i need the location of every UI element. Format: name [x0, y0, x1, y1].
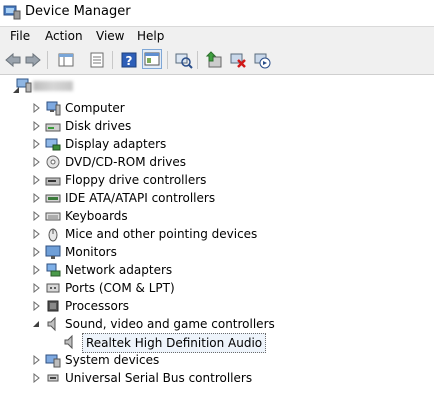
toolbar-separator [197, 51, 198, 69]
tree-category-label: Mice and other pointing devices [65, 227, 258, 241]
tree-category-label: Processors [65, 299, 130, 313]
expand-arrow-icon[interactable] [31, 265, 41, 275]
redacted-computer-name [33, 81, 73, 91]
tree-category-label: System devices [65, 353, 160, 367]
tree-category-label: IDE ATA/ATAPI controllers [65, 191, 216, 205]
menu-view[interactable]: View [94, 29, 126, 43]
show-hide-tree-icon[interactable] [57, 51, 75, 69]
uninstall-icon[interactable] [229, 51, 247, 69]
expand-arrow-icon[interactable] [31, 175, 41, 185]
forward-arrow-icon[interactable] [24, 51, 42, 69]
tree-category-label: Sound, video and game controllers [65, 317, 275, 331]
expand-arrow-icon[interactable] [31, 193, 41, 203]
tree-category-label: Ports (COM & LPT) [65, 281, 175, 295]
expand-arrow-icon[interactable] [31, 121, 41, 131]
tree-category[interactable]: IDE ATA/ATAPI controllers [0, 189, 434, 207]
expand-arrow-icon[interactable] [31, 283, 41, 293]
expand-arrow-icon[interactable] [31, 301, 41, 311]
help-icon[interactable]: ? [120, 51, 138, 69]
properties-icon[interactable] [88, 51, 106, 69]
tree-category[interactable]: Keyboards [0, 207, 434, 225]
expand-arrow-icon[interactable] [31, 103, 41, 113]
toolbar-separator [112, 51, 113, 69]
tree-category-label: Disk drives [65, 119, 132, 133]
display-adapter-icon [45, 138, 61, 151]
device-manager-icon [3, 5, 21, 20]
mouse-icon [48, 228, 58, 242]
view-button[interactable] [142, 49, 162, 69]
expand-arrow-icon[interactable] [31, 157, 41, 167]
expand-arrow-icon[interactable] [31, 373, 41, 383]
tree-category-label: Monitors [65, 245, 117, 259]
expand-arrow-icon[interactable] [31, 229, 41, 239]
view-icon [144, 52, 160, 66]
enable-device-icon[interactable] [253, 51, 271, 69]
window-title: Device Manager [25, 4, 131, 19]
port-icon [46, 283, 60, 293]
tree-category[interactable]: System devices [0, 351, 434, 369]
tree-category[interactable]: Mice and other pointing devices [0, 225, 434, 243]
tree-category[interactable]: DVD/CD-ROM drives [0, 153, 434, 171]
network-adapter-icon [46, 263, 61, 277]
processor-icon [47, 300, 59, 312]
expand-arrow-icon[interactable] [31, 355, 41, 365]
menu-help[interactable]: Help [135, 29, 166, 43]
tree-category-label: DVD/CD-ROM drives [65, 155, 187, 169]
tree-category[interactable]: Network adapters [0, 261, 434, 279]
title-bar: Device Manager [0, 0, 434, 26]
toolbar-separator [167, 51, 168, 69]
back-arrow-icon[interactable] [4, 51, 22, 69]
speaker-icon [64, 334, 73, 350]
expand-arrow-icon[interactable] [31, 247, 41, 257]
tree-category-label: Floppy drive controllers [65, 173, 207, 187]
scan-hardware-icon[interactable] [175, 51, 193, 69]
tree-category[interactable]: Display adapters [0, 135, 434, 153]
keyboard-icon [45, 212, 61, 221]
system-device-icon [45, 354, 61, 368]
svg-text:?: ? [126, 54, 133, 68]
usb-icon [47, 374, 59, 382]
speaker-icon [47, 316, 56, 332]
expand-arrow-icon[interactable] [31, 211, 41, 221]
disk-drive-icon [45, 123, 61, 132]
tree-category[interactable]: Floppy drive controllers [0, 171, 434, 189]
tree-category[interactable]: Monitors [0, 243, 434, 261]
computer-root-icon [16, 78, 32, 93]
collapse-arrow-icon[interactable] [31, 319, 41, 329]
tree-category-label: Keyboards [65, 209, 128, 223]
tree-device[interactable]: Realtek High Definition Audio [0, 333, 434, 353]
tree-category[interactable]: Universal Serial Bus controllers [0, 369, 434, 387]
menu-action[interactable]: Action [43, 29, 85, 43]
tree-category[interactable]: Processors [0, 297, 434, 315]
tree-category-label: Universal Serial Bus controllers [65, 371, 253, 385]
computer-icon [46, 101, 61, 116]
tree-category-label: Computer [65, 101, 125, 115]
monitor-icon [45, 245, 61, 259]
tree-category[interactable]: Ports (COM & LPT) [0, 279, 434, 297]
tree-category[interactable]: Sound, video and game controllers [0, 315, 434, 333]
toolbar-separator [47, 51, 48, 69]
dvd-drive-icon [46, 155, 60, 169]
menu-file[interactable]: File [8, 29, 32, 43]
expand-arrow-icon[interactable] [31, 139, 41, 149]
tree-category[interactable]: Disk drives [0, 117, 434, 135]
toolbar: ? [0, 46, 434, 75]
tree-device-label: Realtek High Definition Audio [82, 333, 267, 353]
ide-controller-icon [45, 194, 61, 203]
menu-bar: File Action View Help [0, 26, 434, 47]
tree-root[interactable] [0, 78, 434, 99]
tree-category-label: Network adapters [65, 263, 173, 277]
update-driver-icon[interactable] [205, 51, 223, 69]
tree-category-label: Display adapters [65, 137, 167, 151]
floppy-controller-icon [45, 177, 61, 186]
tree-category[interactable]: Computer [0, 99, 434, 117]
device-tree[interactable]: Computer Disk drives Display adapters DVD/C… [0, 75, 434, 403]
